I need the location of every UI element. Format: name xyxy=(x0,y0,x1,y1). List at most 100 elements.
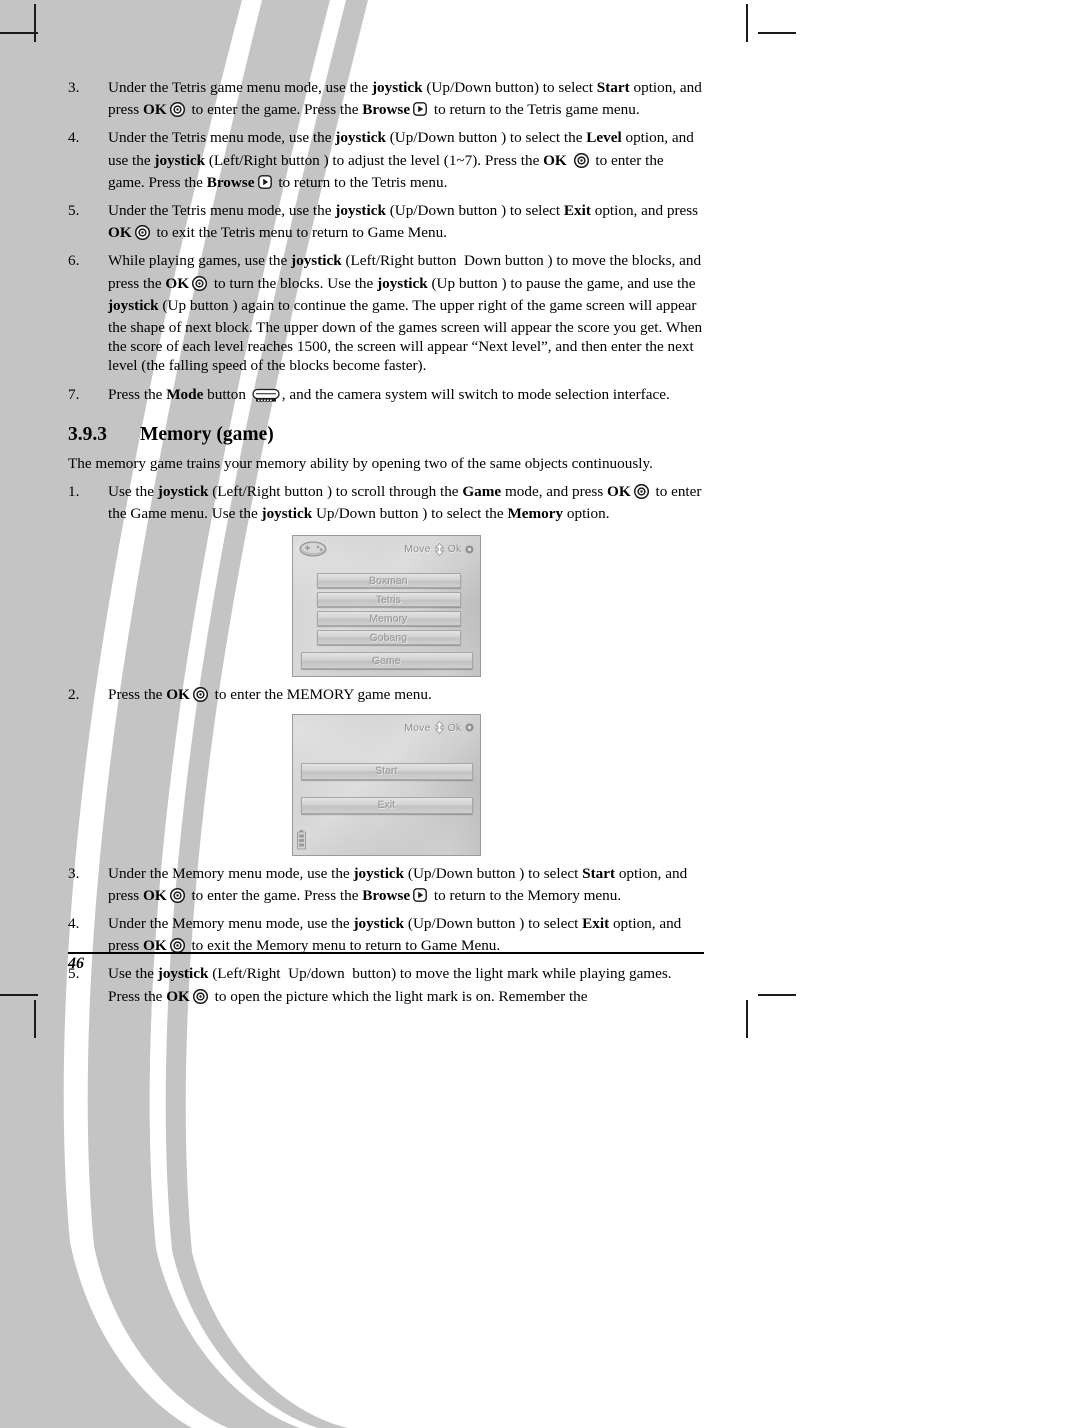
mode-button-icon xyxy=(252,388,280,403)
list-item-number: 5. xyxy=(68,202,80,220)
list-item: 2. Press the OK to enter the MEMORY game … xyxy=(68,685,704,704)
crop-mark-bottom-left-vertical xyxy=(34,1000,36,1038)
section-number: 3.9.3 xyxy=(68,423,107,445)
menu-item-memory[interactable]: Memory xyxy=(316,611,461,627)
menu-item-exit[interactable]: Exit xyxy=(300,796,473,814)
body-text: ) to select the xyxy=(422,505,508,523)
emphasis-text: Start xyxy=(582,864,616,882)
emphasis-text: OK xyxy=(108,224,132,242)
emphasis-text: Start xyxy=(596,79,630,96)
body-text: Press the xyxy=(108,385,167,403)
emphasis-text: OK xyxy=(143,886,167,904)
emphasis-text: OK xyxy=(166,686,190,704)
body-text: ) to select the xyxy=(501,129,587,147)
body-text: to open the picture which the light mark… xyxy=(210,987,588,1005)
body-text: button xyxy=(203,385,250,403)
memory-step-1-list: 1. Use the joystick (Left/Right button ) … xyxy=(68,482,704,536)
emphasis-text: Exit xyxy=(563,202,591,220)
emphasis-text: OK xyxy=(607,483,631,501)
menu-item-boxman[interactable]: Boxman xyxy=(316,573,461,589)
body-text: ) to adjust the level (1~7). Press the xyxy=(323,151,544,169)
body-text: Under the Memory menu mode, use the xyxy=(108,915,354,933)
body-text: ) to select xyxy=(501,202,564,220)
screen-header-hints: Move Ok xyxy=(404,542,473,556)
move-hint-label: Move xyxy=(404,721,431,734)
section-intro: The memory game trains your memory abili… xyxy=(68,454,653,472)
body-text: (Up/Down button xyxy=(385,202,502,220)
screenshot-memory-menu-wrapper: Move Ok Start Exit xyxy=(68,713,704,856)
list-item-body: Under the Tetris menu mode, use the joys… xyxy=(108,128,704,192)
screenshot-game-menu: Move Ok Boxman Tetris Memory Gobang Game xyxy=(291,535,481,678)
ok-button-icon xyxy=(573,152,589,168)
ok-button-icon xyxy=(134,225,150,241)
browse-button-icon xyxy=(257,174,272,189)
body-text: to return to the Tetris menu. xyxy=(274,173,448,191)
list-item: 3. Under the Memory menu mode, use the jo… xyxy=(68,864,704,905)
screen-header-bar: Move Ok xyxy=(293,540,480,558)
body-text: ) to pause the game, and use the xyxy=(501,274,696,292)
emphasis-text: Browse xyxy=(362,886,411,904)
menu-item-game-title[interactable]: Game xyxy=(300,652,473,670)
list-item-body: Use the joystick (Left/Right Up/down but… xyxy=(108,964,704,1005)
emphasis-text: joystick xyxy=(377,274,428,292)
ok-circle-icon xyxy=(465,723,473,732)
body-text: option, and press xyxy=(590,202,699,220)
emphasis-text: OK xyxy=(543,151,567,169)
text-column: 3. Under the Tetris game menu mode, use t… xyxy=(68,78,704,1015)
body-text: Down button xyxy=(460,252,548,270)
crop-mark-top-right-horizontal xyxy=(758,32,796,34)
list-item: 7. Press the Mode button , and the camera… xyxy=(68,385,704,404)
body-text: mode, and press xyxy=(501,483,608,501)
list-item-number: 3. xyxy=(68,864,80,882)
list-item-number: 1. xyxy=(68,483,80,501)
menu-item-gobang[interactable]: Gobang xyxy=(316,630,461,646)
ok-button-icon xyxy=(192,687,208,703)
screen-header-hints: Move Ok xyxy=(404,721,473,735)
body-text: Press the xyxy=(108,686,167,704)
body-text: ) to select xyxy=(519,864,583,882)
body-text: , and the camera system will switch to m… xyxy=(281,385,670,403)
emphasis-text: joystick xyxy=(108,296,159,314)
list-item: 1. Use the joystick (Left/Right button ) … xyxy=(68,482,704,536)
browse-button-icon xyxy=(413,102,427,117)
body-text: ) to scroll through the xyxy=(326,483,463,501)
body-text: Under the Tetris game menu mode, use the xyxy=(108,79,372,96)
emphasis-text: OK xyxy=(166,987,190,1005)
body-text: (Up button xyxy=(427,274,502,292)
section-heading: 3.9.3 Memory (game) xyxy=(68,423,704,447)
list-item-number: 3. xyxy=(68,79,80,96)
memory-step-2-list: 2. Press the OK to enter the MEMORY game … xyxy=(68,685,704,704)
menu-item-start[interactable]: Start xyxy=(300,762,473,780)
emphasis-text: Browse xyxy=(206,173,255,191)
screen-header-bar: Move Ok xyxy=(293,719,480,737)
body-text: ) to select xyxy=(519,915,583,933)
body-text: (Up/Down button xyxy=(404,915,520,933)
list-item-body: Under the Tetris game menu mode, use the… xyxy=(108,78,704,119)
screenshot-memory-menu: Move Ok Start Exit xyxy=(291,713,481,856)
page-body: 3. Under the Tetris game menu mode, use t… xyxy=(0,0,1080,1428)
emphasis-text: joystick xyxy=(154,151,206,169)
list-item: 6. While playing games, use the joystick … xyxy=(68,251,704,375)
body-text: to enter the game. Press the xyxy=(187,886,363,904)
crop-mark-top-left-horizontal xyxy=(0,32,38,34)
list-item: 3. Under the Tetris game menu mode, use t… xyxy=(68,78,704,119)
ok-hint-label: Ok xyxy=(447,721,462,734)
ok-button-icon xyxy=(192,275,208,291)
emphasis-text: joystick xyxy=(157,965,209,983)
body-text: Under the Tetris menu mode, use the xyxy=(108,129,336,147)
list-item-body: While playing games, use the joystick (L… xyxy=(108,251,704,375)
crop-mark-bottom-left-horizontal xyxy=(0,994,38,996)
emphasis-text: joystick xyxy=(291,252,342,270)
list-item-body: Under the Memory menu mode, use the joys… xyxy=(108,914,704,955)
footer-rule xyxy=(68,952,704,954)
page-number: 46 xyxy=(68,955,84,972)
ok-button-icon xyxy=(192,988,208,1004)
body-text: Use the xyxy=(108,483,158,501)
tetris-steps-list: 3. Under the Tetris game menu mode, use t… xyxy=(68,78,704,404)
memory-steps-345-list: 3. Under the Memory menu mode, use the jo… xyxy=(68,864,704,1006)
section-title: Memory (game) xyxy=(140,423,274,445)
body-text: ) to select xyxy=(533,79,597,96)
list-item-number: 4. xyxy=(68,915,80,933)
emphasis-text: Game xyxy=(462,483,502,501)
menu-item-tetris[interactable]: Tetris xyxy=(316,592,461,608)
